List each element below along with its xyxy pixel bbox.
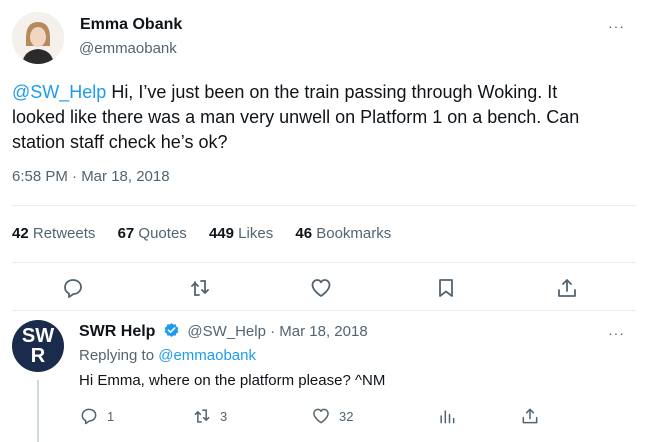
avatar-text: R (30, 345, 46, 367)
quotes-stat[interactable]: 67 Quotes (118, 225, 187, 242)
reply-icon (81, 408, 97, 425)
tweet-stats: 42 Retweets 67 Quotes 449 Likes 46 Bookm… (12, 225, 409, 242)
reply-retweet-button[interactable]: 3 (192, 406, 227, 426)
likes-stat[interactable]: 449 Likes (209, 225, 273, 242)
like-icon[interactable] (309, 276, 333, 300)
reply-icon[interactable] (61, 276, 85, 300)
reply-share-button[interactable] (520, 406, 548, 426)
tweet-timestamp[interactable]: 6:58 PM · Mar 18, 2018 (12, 168, 170, 185)
reply-more-options-icon[interactable]: ··· (608, 325, 625, 341)
swr-avatar[interactable]: SW R (12, 320, 64, 372)
tweet-text: @SW_Help Hi, I’ve just been on the train… (12, 80, 612, 155)
thread-line (37, 380, 39, 442)
divider (12, 310, 636, 311)
reply-text: Hi Emma, where on the platform please? ^… (79, 372, 386, 389)
divider (12, 205, 636, 206)
verified-badge-icon (164, 323, 179, 337)
author-name[interactable]: Emma Obank (80, 16, 182, 34)
retweets-stat[interactable]: 42 Retweets (12, 225, 95, 242)
avatar-text: SW (21, 325, 55, 347)
reply-header: SWR Help @SW_Help · Mar 18, 2018 (79, 322, 368, 341)
replying-to-handle[interactable]: @emmaobank (158, 347, 256, 364)
retweet-icon (194, 409, 210, 423)
author-handle[interactable]: @emmaobank (79, 40, 177, 57)
reply-analytics-button[interactable] (437, 406, 465, 426)
retweet-icon[interactable] (188, 276, 212, 300)
reply-author-handle[interactable]: @SW_Help (187, 323, 266, 340)
like-icon (313, 408, 329, 424)
reply-like-button[interactable]: 32 (311, 406, 353, 426)
reply-date[interactable]: · Mar 18, 2018 (266, 323, 368, 340)
more-options-icon[interactable]: ··· (608, 18, 625, 34)
share-icon[interactable] (555, 276, 579, 300)
like-count: 32 (339, 408, 354, 424)
divider (12, 262, 636, 263)
analytics-icon (440, 410, 455, 424)
share-icon (522, 408, 538, 424)
bookmarks-stat[interactable]: 46 Bookmarks (295, 225, 391, 242)
replying-to: Replying to @emmaobank (79, 347, 256, 364)
author-avatar[interactable] (12, 12, 64, 64)
retweet-count: 3 (220, 408, 228, 424)
mention-link[interactable]: @SW_Help (12, 82, 106, 102)
reply-count: 1 (107, 408, 115, 424)
reply-author-name[interactable]: SWR Help (79, 323, 155, 340)
bookmark-icon[interactable] (434, 276, 458, 300)
reply-reply-button[interactable]: 1 (79, 406, 114, 426)
